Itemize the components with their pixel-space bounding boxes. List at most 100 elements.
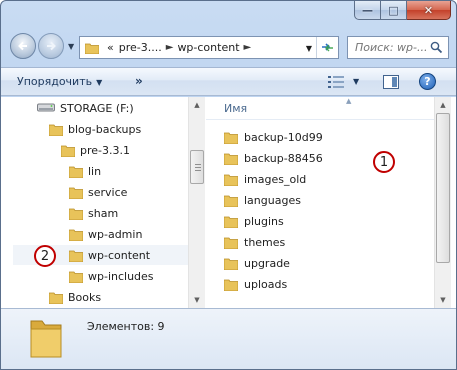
sort-indicator-icon: ▲ [346, 97, 352, 105]
scroll-down-arrow[interactable]: ▼ [435, 292, 451, 308]
file-list-pane[interactable]: ▲ Имя backup-10d99 backup-88456 images_o… [206, 97, 434, 308]
tree-item-lin[interactable]: lin [69, 161, 101, 181]
breadcrumb-wp-content[interactable]: wp-content [177, 41, 239, 54]
tree-item-wp-includes[interactable]: wp-includes [69, 266, 154, 286]
folder-icon [224, 153, 238, 165]
tree-item-books[interactable]: Books [49, 287, 101, 307]
folder-icon [49, 292, 63, 304]
tree-item-label: Books [68, 290, 102, 304]
file-item-label: backup-88456 [244, 151, 323, 165]
help-button[interactable]: ? [419, 73, 436, 90]
folder-icon [69, 271, 83, 283]
file-item-themes[interactable]: themes [224, 232, 285, 252]
file-item-upgrade[interactable]: upgrade [224, 253, 290, 273]
file-item-label: languages [244, 193, 301, 207]
organize-button[interactable]: Упорядочить ▼ [17, 75, 102, 88]
command-bar: Упорядочить ▼ » ▼ ? [1, 67, 456, 96]
tree-item-label: service [88, 185, 128, 199]
content-area: STORAGE (F:) blog-backups pre-3.3.1 lin … [1, 97, 456, 308]
scroll-up-arrow[interactable]: ▲ [435, 97, 451, 113]
folder-icon [224, 195, 238, 207]
search-icon[interactable] [430, 41, 443, 54]
tree-item-label: wp-content [88, 248, 151, 262]
file-item-label: uploads [244, 277, 288, 291]
details-pane: Элементов: 9 [1, 308, 456, 369]
views-dropdown-icon[interactable]: ▼ [353, 77, 359, 86]
caption-buttons: — □ ✕ [354, 1, 451, 21]
folder-icon [69, 166, 83, 178]
navigation-scrollbar[interactable]: ▲ ▼ [188, 97, 205, 308]
maximize-button[interactable]: □ [381, 1, 407, 20]
folder-icon [224, 174, 238, 186]
minimize-button[interactable]: — [354, 1, 381, 20]
item-count: Элементов: 9 [87, 320, 165, 333]
file-item-label: plugins [244, 214, 284, 228]
folder-icon [224, 279, 238, 291]
tree-item-blog-backups[interactable]: blog-backups [49, 119, 141, 139]
folder-icon [69, 229, 83, 241]
file-list-scrollbar[interactable]: ▲ ▼ [434, 97, 451, 308]
tree-item-label: blog-backups [68, 122, 142, 136]
navigation-pane[interactable]: STORAGE (F:) blog-backups pre-3.3.1 lin … [1, 97, 188, 308]
folder-icon [224, 258, 238, 270]
tree-item-pre-331[interactable]: pre-3.3.1 [61, 140, 130, 160]
address-overflow[interactable]: « [107, 41, 114, 54]
arrow-right-icon [47, 41, 56, 51]
tree-item-service[interactable]: service [69, 182, 127, 202]
back-button[interactable] [10, 33, 36, 59]
tree-item-label: wp-admin [88, 227, 143, 241]
file-item-label: backup-10d99 [244, 130, 323, 144]
folder-icon [69, 250, 83, 262]
folder-icon [224, 237, 238, 249]
file-item-uploads[interactable]: uploads [224, 274, 287, 294]
chevron-right-icon[interactable]: ► [166, 42, 174, 53]
grip-line [195, 167, 201, 168]
file-item-images-old[interactable]: images_old [224, 169, 306, 189]
tree-item-sham[interactable]: sham [69, 203, 118, 223]
annotation-badge-2: 2 [34, 245, 56, 267]
scroll-thumb[interactable] [190, 150, 204, 184]
folder-icon [69, 208, 83, 220]
scroll-thumb[interactable] [436, 113, 450, 263]
annotation-badge-1: 1 [373, 151, 395, 173]
tree-item-wp-admin[interactable]: wp-admin [69, 224, 142, 244]
folder-icon [224, 132, 238, 144]
address-dropdown-icon[interactable]: ▼ [306, 44, 312, 53]
file-item-label: images_old [244, 172, 307, 186]
close-button[interactable]: ✕ [407, 1, 451, 20]
tree-item-label: lin [88, 164, 102, 178]
more-commands-button[interactable]: » [135, 74, 143, 88]
folder-icon [69, 187, 83, 199]
scroll-up-arrow[interactable]: ▲ [189, 97, 205, 113]
breadcrumb-pre-331[interactable]: pre-3.... [119, 41, 162, 54]
search-input[interactable] [355, 41, 429, 54]
folder-icon [30, 320, 62, 358]
chevron-right-icon[interactable]: ► [244, 42, 252, 53]
change-view-icon[interactable] [328, 75, 346, 89]
file-item-languages[interactable]: languages [224, 190, 301, 210]
forward-button[interactable] [38, 33, 64, 59]
column-header-label: Имя [224, 102, 248, 115]
folder-icon [224, 216, 238, 228]
file-item-plugins[interactable]: plugins [224, 211, 284, 231]
tree-item-label: sham [88, 206, 119, 220]
tree-item-label: pre-3.3.1 [80, 143, 130, 157]
file-item-backup-10d99[interactable]: backup-10d99 [224, 127, 323, 147]
tree-item-storage-drive[interactable]: STORAGE (F:) [37, 98, 134, 118]
drive-icon [37, 103, 55, 112]
refresh-button[interactable] [316, 37, 338, 58]
help-icon: ? [424, 75, 431, 88]
folder-icon [85, 43, 99, 54]
preview-pane-button[interactable] [383, 75, 399, 89]
search-box[interactable] [347, 36, 449, 59]
folder-icon [49, 124, 63, 136]
recent-pages-button[interactable]: ▼ [68, 42, 74, 51]
folder-icon [61, 145, 75, 157]
scroll-down-arrow[interactable]: ▼ [189, 292, 205, 308]
file-item-backup-88456[interactable]: backup-88456 [224, 148, 323, 168]
column-header-name[interactable]: ▲ Имя [206, 97, 434, 120]
grip-line [195, 170, 201, 171]
address-bar[interactable]: « pre-3.... ► wp-content ► ▼ [79, 36, 339, 59]
chevron-down-icon: ▼ [96, 78, 103, 87]
refresh-icon [322, 43, 333, 52]
